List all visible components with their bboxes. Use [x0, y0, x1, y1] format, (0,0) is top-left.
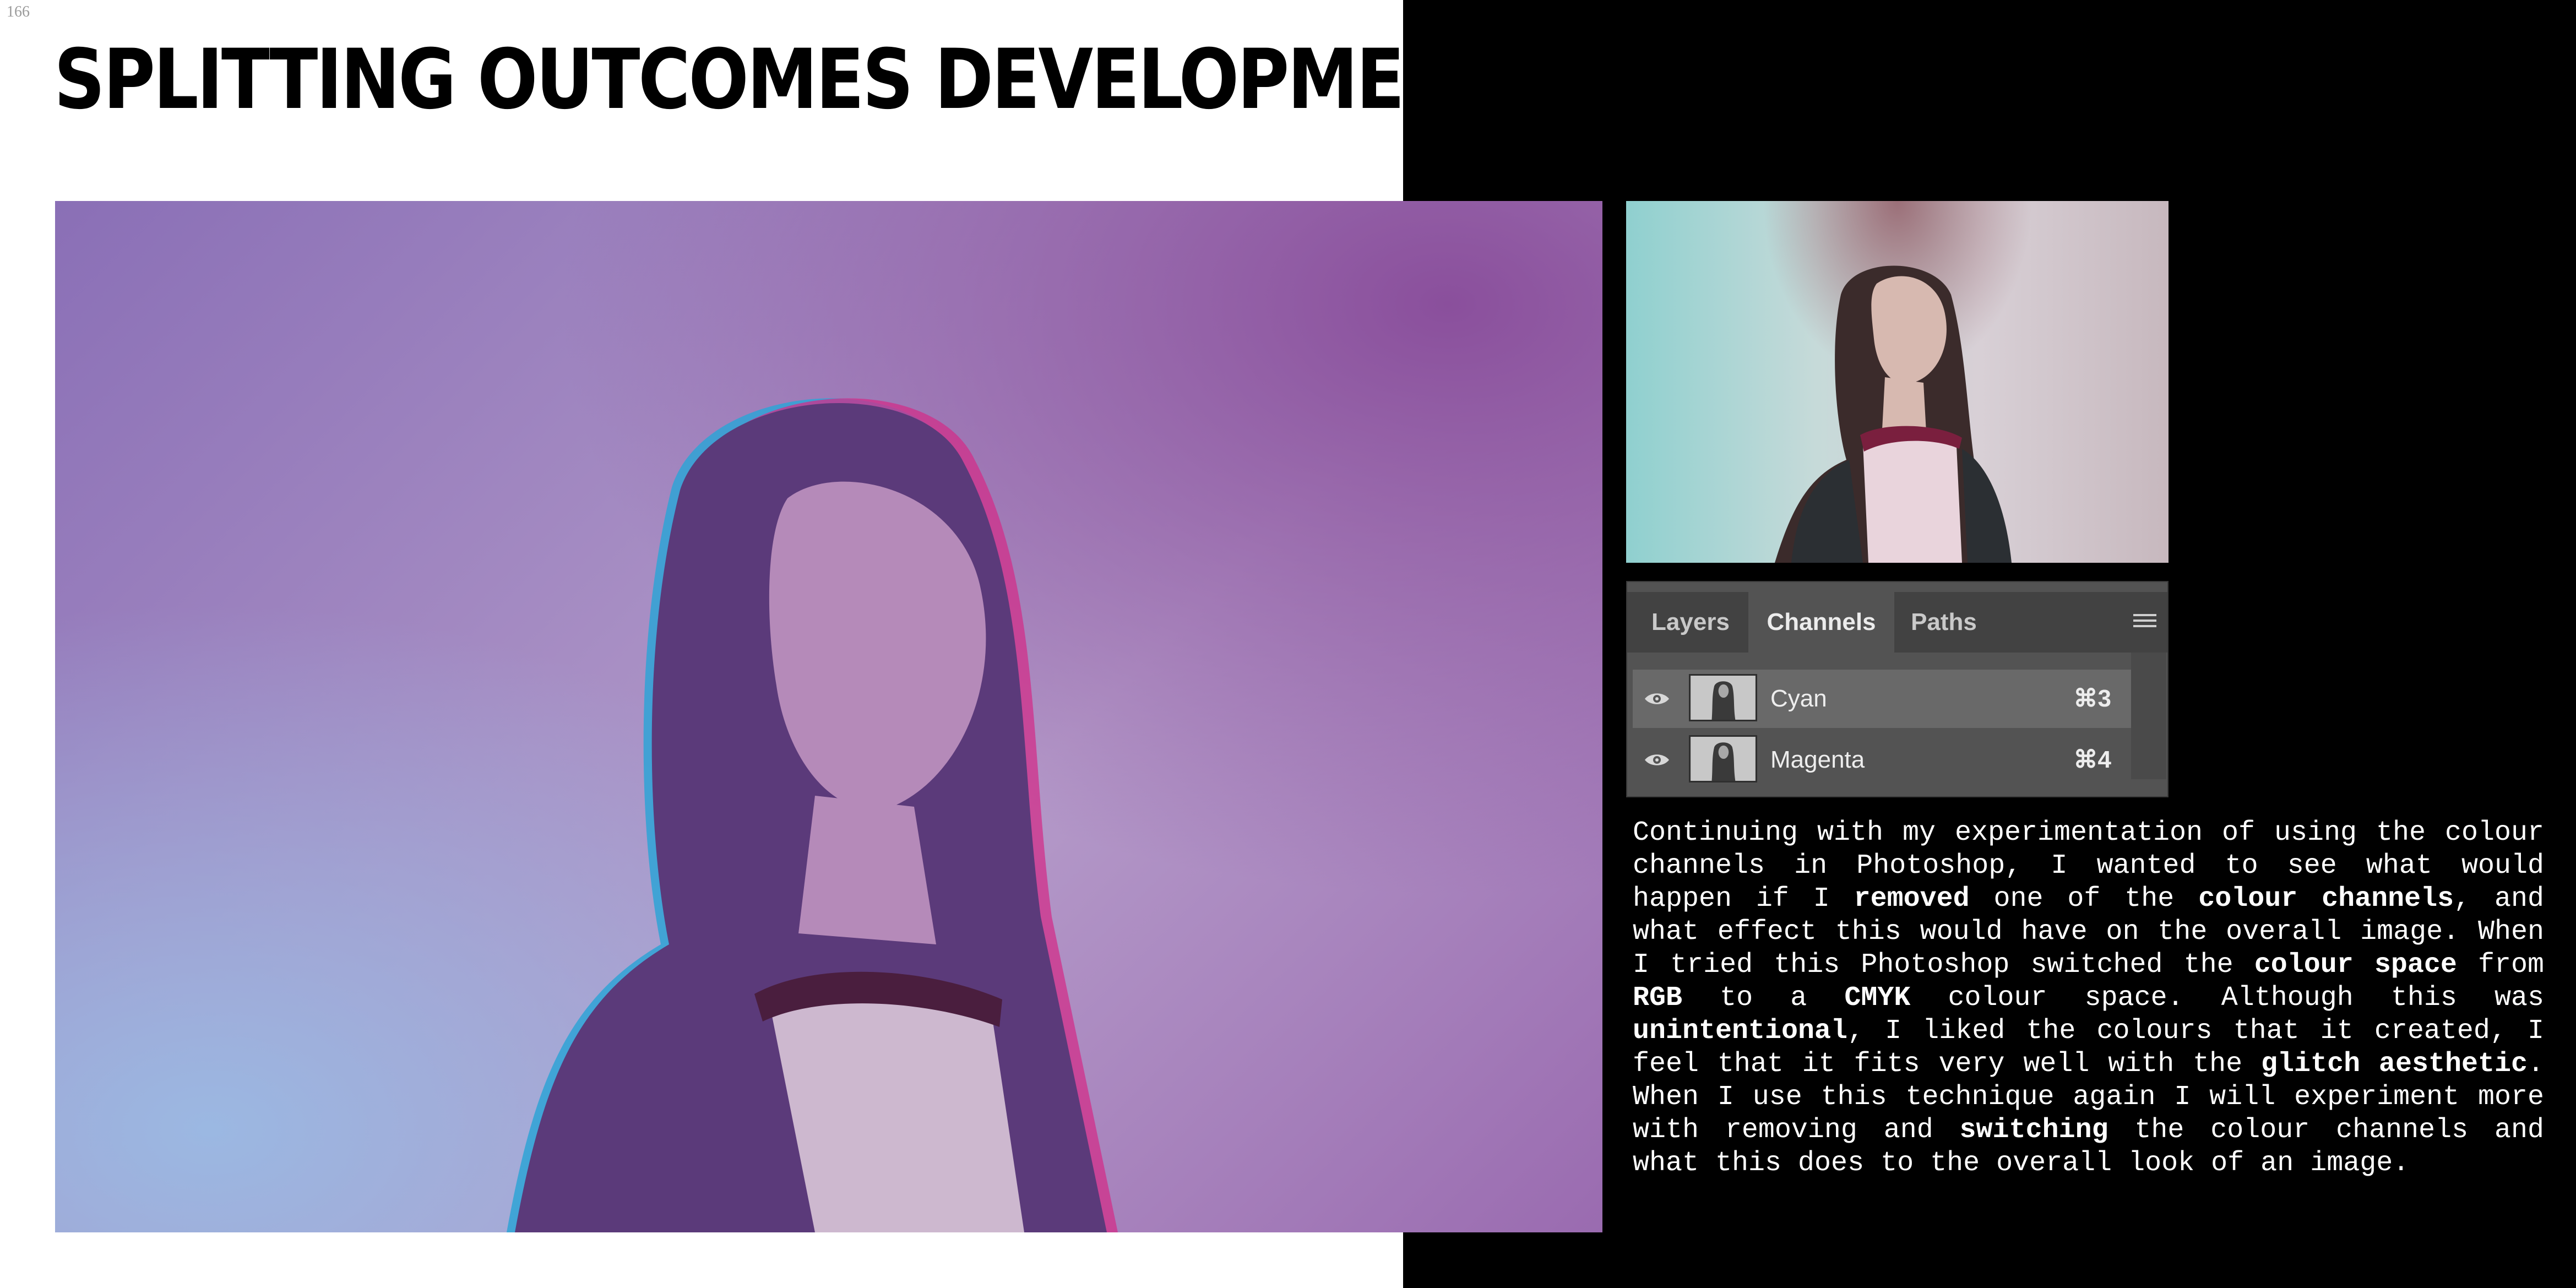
- desc-highlight: glitch aesthetic: [2261, 1048, 2528, 1080]
- desc-segment: to a: [1682, 982, 1845, 1014]
- desc-segment: one of the: [1969, 883, 2199, 915]
- tab-paths[interactable]: Paths: [1894, 592, 1993, 653]
- desc-highlight: removed: [1854, 883, 1970, 915]
- desc-highlight: CMYK: [1844, 982, 1911, 1014]
- desc-highlight: colour space: [2254, 949, 2457, 981]
- channel-name: Magenta: [1770, 746, 1865, 773]
- panel-menu-icon[interactable]: [2133, 614, 2156, 633]
- desc-highlight: colour channels: [2198, 883, 2454, 915]
- channel-thumbnail: [1689, 674, 1757, 721]
- main-photo: [55, 201, 1602, 1232]
- tab-channels[interactable]: Channels: [1748, 592, 1894, 653]
- desc-highlight: RGB: [1633, 982, 1683, 1014]
- visibility-eye-icon[interactable]: [1644, 752, 1670, 768]
- channel-thumbnail: [1689, 735, 1757, 782]
- portrait-figure-main: [507, 398, 1118, 1232]
- page-title: SPLITTING OUTCOMES DEVELOPMENT: [54, 32, 1509, 128]
- panel-scrollbar[interactable]: [2131, 653, 2166, 779]
- tab-layers[interactable]: Layers: [1633, 592, 1748, 653]
- channel-shortcut: ⌘3: [2073, 685, 2111, 712]
- portrait-figure-thumb: [1775, 265, 2012, 563]
- desc-segment: from: [2457, 949, 2544, 981]
- page-number: 166: [7, 3, 30, 20]
- desc-highlight: unintentional: [1633, 1015, 1848, 1047]
- desc-highlight: switching: [1959, 1115, 2108, 1146]
- channel-shortcut: ⌘4: [2073, 746, 2111, 773]
- channel-row-cyan[interactable]: Cyan ⌘3: [1633, 670, 2131, 728]
- description-text: Continuing with my experimentation of us…: [1633, 817, 2544, 1180]
- channels-panel: Layers Channels Paths Cyan ⌘3 Magenta ⌘4: [1626, 581, 2169, 797]
- visibility-eye-icon[interactable]: [1644, 691, 1670, 707]
- channel-row-magenta[interactable]: Magenta ⌘4: [1633, 731, 2131, 789]
- thumbnail-photo: [1626, 201, 2169, 563]
- channel-name: Cyan: [1770, 685, 1827, 712]
- desc-segment: colour space. Although this was: [1910, 982, 2545, 1014]
